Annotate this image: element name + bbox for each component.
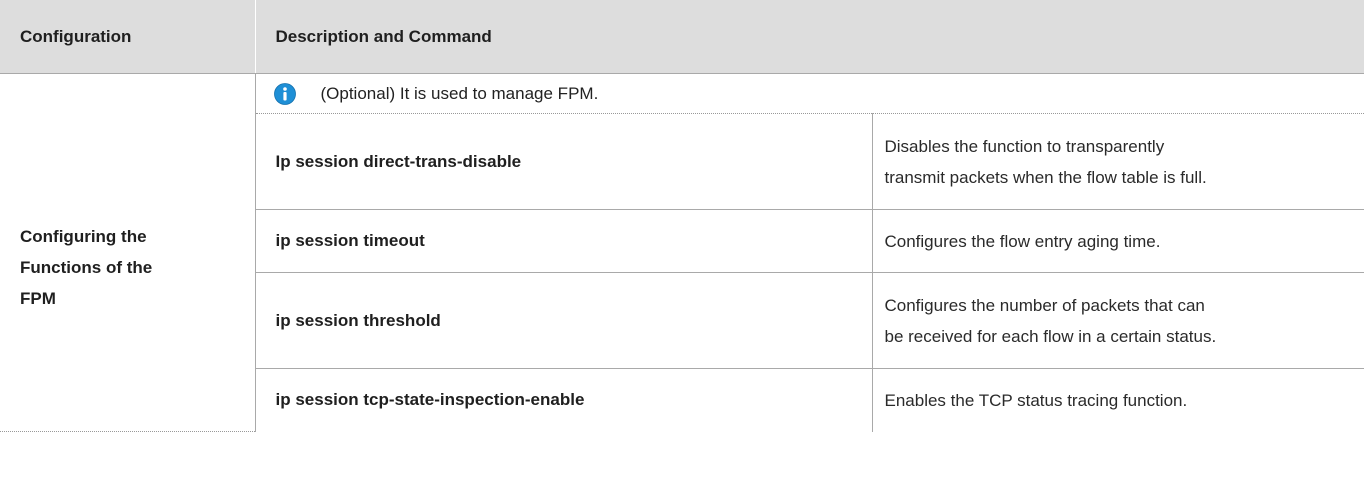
note-cell: (Optional) It is used to manage FPM. <box>255 73 1364 114</box>
description-line: Configures the flow entry aging time. <box>884 231 1161 251</box>
configuration-title-line: FPM <box>20 289 56 308</box>
note-text: (Optional) It is used to manage FPM. <box>320 83 599 103</box>
description-cell: Configures the number of packets that ca… <box>872 272 1364 369</box>
command-cell: ip session timeout <box>255 209 873 273</box>
header-description-command: Description and Command <box>255 0 1364 74</box>
info-icon <box>273 82 296 105</box>
configuration-cell: Configuring the Functions of the FPM <box>0 73 256 432</box>
description-cell: Enables the TCP status tracing function. <box>872 369 1364 432</box>
configuration-title: Configuring the Functions of the FPM <box>0 191 255 314</box>
header-configuration-label: Configuration <box>20 26 132 46</box>
description-line: be received for each flow in a certain s… <box>884 326 1217 346</box>
command-cell: ip session tcp-state-inspection-enable <box>255 368 873 432</box>
description-line: Enables the TCP status tracing function. <box>884 390 1188 410</box>
note-row: Configuring the Functions of the FPM (Op… <box>0 73 1364 432</box>
configuration-title-line: Functions of the <box>20 258 153 277</box>
description-line: Configures the number of packets that ca… <box>884 295 1205 315</box>
command-cell: ip session threshold <box>255 272 873 369</box>
description-line: transmit packets when the flow table is … <box>884 167 1207 187</box>
configuration-table: Configuration Description and Command Co… <box>0 0 1364 432</box>
configuration-title-line: Configuring the <box>20 227 147 246</box>
description-cell: Configures the flow entry aging time. <box>872 209 1364 273</box>
description-cell: Disables the function to transparently t… <box>872 113 1364 210</box>
table-header-row: Configuration Description and Command <box>0 0 1364 74</box>
header-configuration: Configuration <box>0 0 256 74</box>
command-cell: Ip session direct-trans-disable <box>255 113 873 210</box>
description-line: Disables the function to transparently <box>884 136 1165 156</box>
header-description-command-label: Description and Command <box>275 26 492 46</box>
